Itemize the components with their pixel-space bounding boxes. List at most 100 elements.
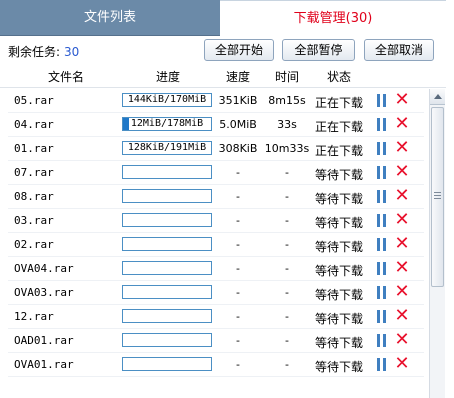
download-speed: -: [236, 214, 240, 227]
download-row[interactable]: 05.rar 144KiB/170MiB 351KiB 8m15s 正在下载 ✕: [0, 89, 428, 113]
pause-icon[interactable]: [376, 286, 388, 299]
tab-bar-edge: [446, 0, 454, 36]
tab-file-list[interactable]: 文件列表: [0, 0, 220, 36]
remaining-tasks-label: 剩余任务:: [8, 45, 61, 59]
remaining-time: -: [285, 286, 289, 299]
pause-icon[interactable]: [376, 214, 388, 227]
download-status: 等待下载: [314, 288, 363, 302]
download-status: 正在下载: [314, 120, 363, 134]
pause-icon[interactable]: [376, 358, 388, 371]
download-row[interactable]: 08.rar - - 等待下载 ✕: [0, 185, 428, 209]
progress-bar: [122, 357, 212, 371]
progress-text: 144KiB/170MiB: [127, 94, 207, 105]
download-row[interactable]: OVA04.rar - - 等待下载 ✕: [0, 257, 428, 281]
file-name: OVA03.rar: [14, 286, 74, 299]
remaining-tasks: 剩余任务: 30: [8, 43, 79, 60]
download-list: 05.rar 144KiB/170MiB 351KiB 8m15s 正在下载 ✕ 04.ra…: [0, 89, 428, 398]
remaining-tasks-count: 30: [64, 45, 80, 59]
download-status: 等待下载: [314, 240, 363, 254]
download-row[interactable]: OVA01.rar - - 等待下载 ✕: [0, 353, 428, 377]
remaining-time: -: [285, 166, 289, 179]
download-status: 等待下载: [314, 264, 363, 278]
download-speed: -: [236, 286, 240, 299]
column-header-name[interactable]: 文件名: [44, 68, 88, 85]
progress-bar: [122, 189, 212, 203]
toolbar: 剩余任务: 30 全部开始 全部暂停 全部取消: [0, 36, 454, 64]
scroll-up-arrow-icon[interactable]: [430, 89, 445, 105]
download-row[interactable]: OAD01.rar - - 等待下载 ✕: [0, 329, 428, 353]
remaining-time: -: [285, 262, 289, 275]
close-icon[interactable]: ✕: [394, 307, 410, 325]
progress-bar: [122, 333, 212, 347]
tab-bar: 文件列表 下载管理(30): [0, 0, 446, 36]
close-icon[interactable]: ✕: [394, 115, 410, 133]
progress-bar: [122, 261, 212, 275]
progress-bar: 128KiB/191MiB: [122, 141, 212, 155]
scrollbar-grip: [434, 192, 441, 193]
pause-icon[interactable]: [376, 310, 388, 323]
pause-icon[interactable]: [376, 190, 388, 203]
close-icon[interactable]: ✕: [394, 163, 410, 181]
column-header-status[interactable]: 状态: [310, 68, 368, 85]
tab-download-manager[interactable]: 下载管理(30): [220, 0, 446, 36]
row-divider: [8, 376, 424, 377]
scrollbar-thumb[interactable]: [431, 107, 444, 287]
download-speed: 5.0MiB: [219, 118, 257, 131]
pause-icon[interactable]: [376, 166, 388, 179]
pause-icon[interactable]: [376, 142, 388, 155]
close-icon[interactable]: ✕: [394, 259, 410, 277]
close-icon[interactable]: ✕: [394, 139, 410, 157]
pause-icon[interactable]: [376, 238, 388, 251]
close-icon[interactable]: ✕: [394, 187, 410, 205]
file-name: OAD01.rar: [14, 334, 74, 347]
download-speed: -: [236, 262, 240, 275]
file-name: 02.rar: [14, 238, 54, 251]
download-speed: 308KiB: [218, 142, 258, 155]
download-speed: -: [236, 166, 240, 179]
file-name: OVA04.rar: [14, 262, 74, 275]
download-status: 等待下载: [314, 168, 363, 182]
file-name: OVA01.rar: [14, 358, 74, 371]
progress-bar: 144KiB/170MiB: [122, 93, 212, 107]
download-row[interactable]: 02.rar - - 等待下载 ✕: [0, 233, 428, 257]
file-name: 12.rar: [14, 310, 54, 323]
download-speed: -: [236, 310, 240, 323]
download-speed: -: [236, 358, 240, 371]
column-headers: 文件名 进度 速度 时间 状态: [0, 64, 446, 88]
download-row[interactable]: 04.rar 12MiB/178MiB 5.0MiB 33s 正在下载 ✕: [0, 113, 428, 137]
progress-bar: [122, 165, 212, 179]
close-icon[interactable]: ✕: [394, 211, 410, 229]
pause-icon[interactable]: [376, 94, 388, 107]
download-row[interactable]: 01.rar 128KiB/191MiB 308KiB 10m33s 正在下载 ✕: [0, 137, 428, 161]
download-row[interactable]: 07.rar - - 等待下载 ✕: [0, 161, 428, 185]
close-icon[interactable]: ✕: [394, 283, 410, 301]
download-status: 正在下载: [314, 144, 363, 158]
download-speed: -: [236, 190, 240, 203]
pause-icon[interactable]: [376, 334, 388, 347]
start-all-button[interactable]: 全部开始: [204, 39, 274, 61]
cancel-all-button[interactable]: 全部取消: [364, 39, 434, 61]
close-icon[interactable]: ✕: [394, 91, 410, 109]
column-header-time[interactable]: 时间: [264, 68, 310, 85]
file-name: 03.rar: [14, 214, 54, 227]
close-icon[interactable]: ✕: [394, 355, 410, 373]
scrollbar-grip: [434, 195, 441, 196]
download-row[interactable]: 03.rar - - 等待下载 ✕: [0, 209, 428, 233]
file-name: 05.rar: [14, 94, 54, 107]
close-icon[interactable]: ✕: [394, 235, 410, 253]
download-row[interactable]: 12.rar - - 等待下载 ✕: [0, 305, 428, 329]
remaining-time: 8m15s: [268, 94, 306, 107]
download-row[interactable]: OVA03.rar - - 等待下载 ✕: [0, 281, 428, 305]
file-name: 07.rar: [14, 166, 54, 179]
pause-all-button[interactable]: 全部暂停: [282, 39, 355, 61]
progress-bar: [122, 309, 212, 323]
remaining-time: -: [285, 358, 289, 371]
close-icon[interactable]: ✕: [394, 331, 410, 349]
download-speed: -: [236, 334, 240, 347]
download-speed: -: [236, 238, 240, 251]
pause-icon[interactable]: [376, 118, 388, 131]
scrollbar[interactable]: [429, 89, 445, 398]
column-header-speed[interactable]: 速度: [214, 68, 262, 85]
column-header-progress[interactable]: 进度: [146, 68, 190, 85]
pause-icon[interactable]: [376, 262, 388, 275]
